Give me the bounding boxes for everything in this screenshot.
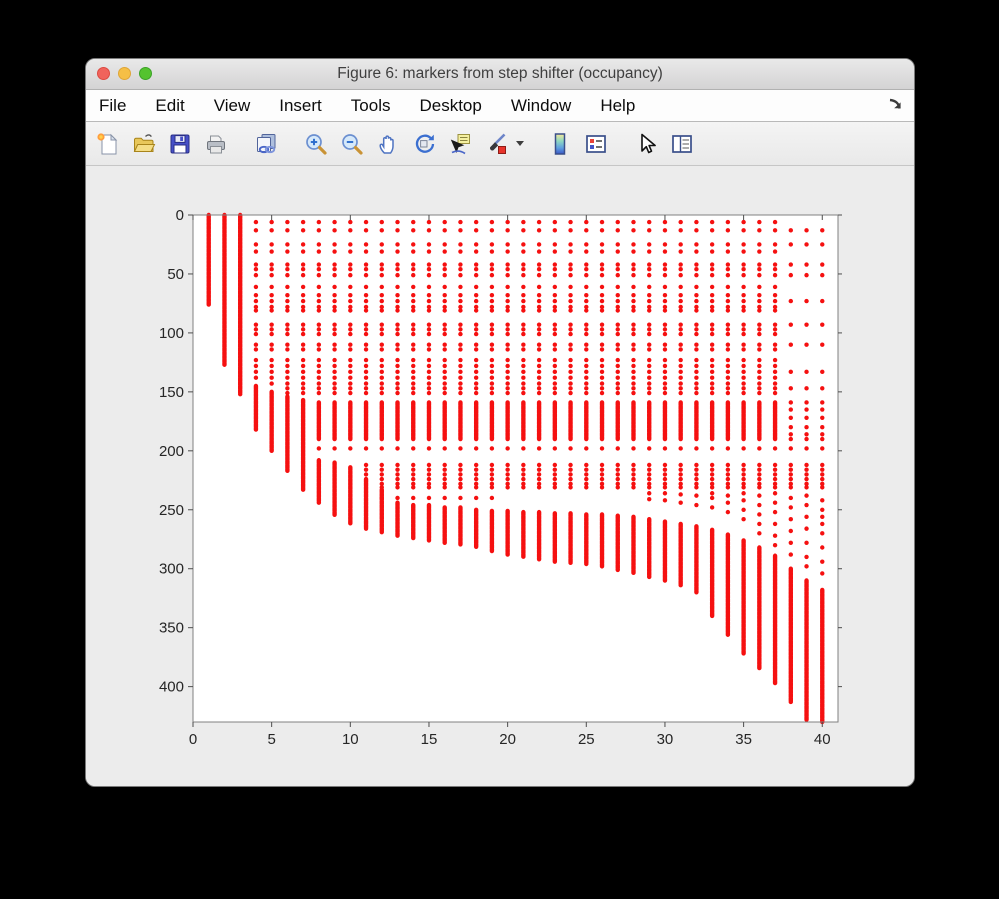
insert-legend-icon (584, 132, 608, 156)
minimize-button[interactable] (118, 67, 131, 80)
menu-item-tools[interactable]: Tools (351, 96, 391, 116)
pan-button[interactable] (374, 130, 402, 158)
svg-text:35: 35 (735, 731, 752, 748)
toolbar-group (546, 130, 610, 158)
edit-plot-icon (634, 132, 658, 156)
menu-bar: File Edit View Insert Tools Desktop Window Help (86, 90, 914, 122)
svg-text:25: 25 (578, 731, 595, 748)
open-file-icon (132, 132, 156, 156)
toolbar-group (94, 130, 230, 158)
insert-colorbar-button[interactable] (546, 130, 574, 158)
desktop-background: { "window": { "title": "Figure 6: marker… (0, 0, 999, 899)
plot-axes[interactable]: 0510152025303540050100150200250300350400 (86, 166, 915, 787)
save-figure-icon (168, 132, 192, 156)
dock-figure-icon[interactable] (887, 97, 905, 115)
svg-text:350: 350 (159, 620, 184, 637)
print-figure-icon (204, 132, 228, 156)
menu-item-insert[interactable]: Insert (279, 96, 322, 116)
print-figure-button[interactable] (202, 130, 230, 158)
zoom-out-button[interactable] (338, 130, 366, 158)
brush-button[interactable] (482, 130, 510, 158)
new-figure-button[interactable] (94, 130, 122, 158)
insert-colorbar-icon (548, 132, 572, 156)
edit-plot-button[interactable] (632, 130, 660, 158)
brush-dropdown-caret-icon[interactable] (516, 141, 524, 146)
new-figure-icon (96, 132, 120, 156)
zoom-out-icon (340, 132, 364, 156)
menu-item-desktop[interactable]: Desktop (419, 96, 481, 116)
menu-item-help[interactable]: Help (600, 96, 635, 116)
menu-item-view[interactable]: View (214, 96, 251, 116)
save-figure-button[interactable] (166, 130, 194, 158)
zoom-button[interactable] (139, 67, 152, 80)
property-inspector-button[interactable] (668, 130, 696, 158)
toolbar-group (252, 130, 280, 158)
svg-text:50: 50 (167, 266, 184, 283)
open-file-button[interactable] (130, 130, 158, 158)
svg-text:400: 400 (159, 679, 184, 696)
menu-item-window[interactable]: Window (511, 96, 571, 116)
svg-text:200: 200 (159, 443, 184, 460)
rotate-3d-icon (412, 132, 436, 156)
svg-text:250: 250 (159, 502, 184, 519)
link-plot-icon (254, 132, 278, 156)
title-bar[interactable]: Figure 6: markers from step shifter (occ… (86, 59, 914, 90)
figure-window: Figure 6: markers from step shifter (occ… (85, 58, 915, 787)
traffic-lights (97, 67, 152, 80)
svg-text:30: 30 (657, 731, 674, 748)
svg-text:150: 150 (159, 384, 184, 401)
figure-canvas: 0510152025303540050100150200250300350400 (86, 166, 914, 787)
link-plot-button[interactable] (252, 130, 280, 158)
close-button[interactable] (97, 67, 110, 80)
svg-text:5: 5 (267, 731, 275, 748)
svg-text:0: 0 (189, 731, 197, 748)
data-cursor-icon (448, 132, 472, 156)
rotate-3d-button[interactable] (410, 130, 438, 158)
property-inspector-icon (670, 132, 694, 156)
insert-legend-button[interactable] (582, 130, 610, 158)
brush-icon (484, 132, 508, 156)
svg-text:15: 15 (421, 731, 438, 748)
figure-toolbar (86, 122, 914, 166)
zoom-in-icon (304, 132, 328, 156)
svg-text:20: 20 (499, 731, 516, 748)
svg-text:10: 10 (342, 731, 359, 748)
menu-item-file[interactable]: File (99, 96, 126, 116)
toolbar-group (302, 130, 524, 158)
menu-item-edit[interactable]: Edit (155, 96, 184, 116)
svg-text:300: 300 (159, 561, 184, 578)
svg-text:40: 40 (814, 731, 831, 748)
svg-text:0: 0 (176, 207, 184, 224)
toolbar-group (632, 130, 696, 158)
zoom-in-button[interactable] (302, 130, 330, 158)
svg-text:100: 100 (159, 325, 184, 342)
window-title: Figure 6: markers from step shifter (occ… (86, 59, 914, 88)
data-cursor-button[interactable] (446, 130, 474, 158)
pan-icon (376, 132, 400, 156)
